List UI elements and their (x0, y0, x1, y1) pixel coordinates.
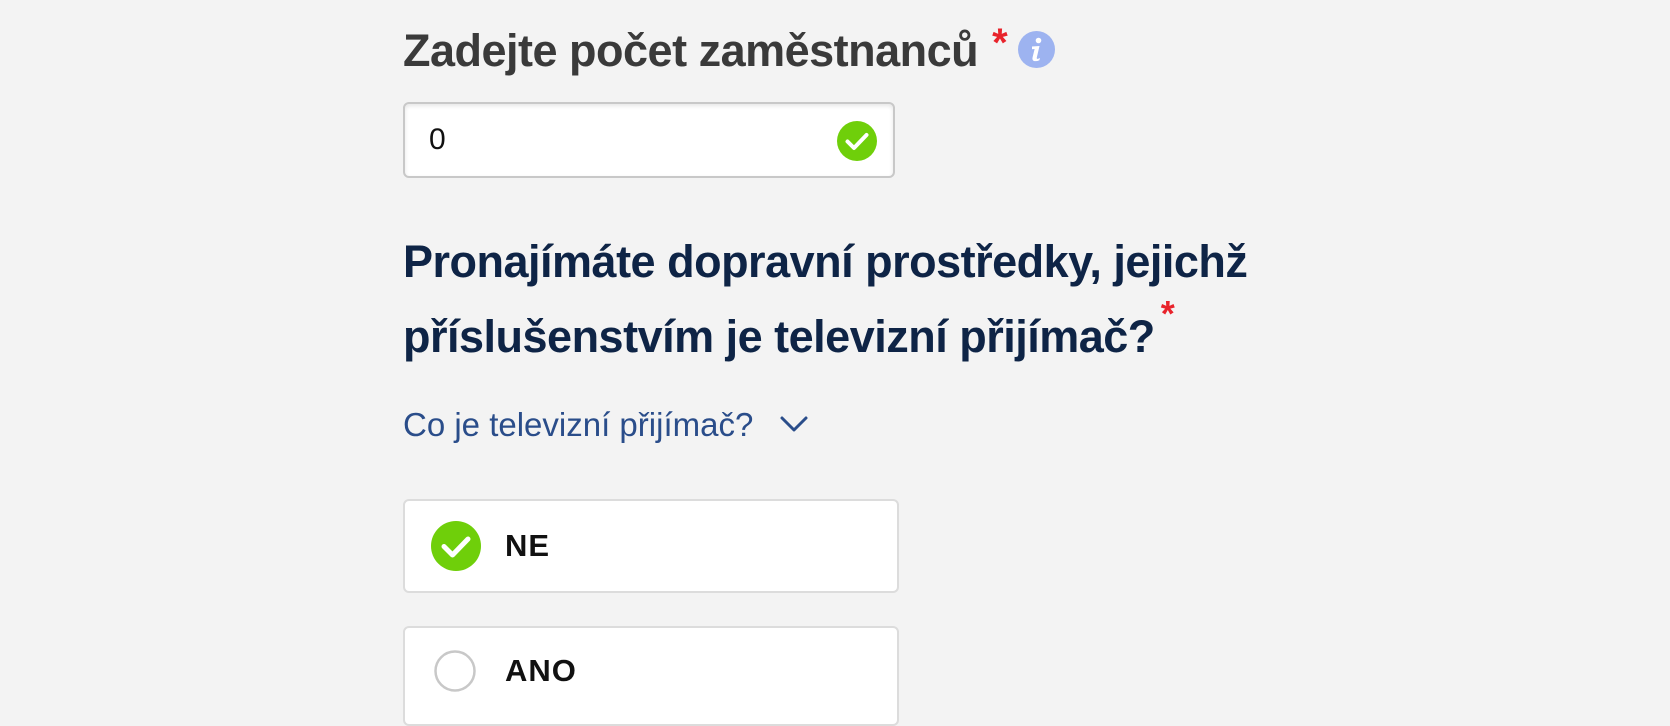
info-icon[interactable] (1017, 30, 1055, 68)
tv-question-text: Pronajímáte dopravní prostředky, jejichž… (403, 236, 1248, 362)
option-label: ANO (505, 653, 577, 688)
option-label: NE (505, 528, 551, 563)
employees-label: Zadejte počet zaměstnanců (403, 25, 979, 76)
tv-receiver-help-toggle[interactable]: Co je televizní přijímač? (403, 400, 809, 450)
option-ano[interactable]: ANO (403, 626, 899, 726)
check-circle-icon (837, 121, 877, 161)
tv-receiver-question: Pronajímáte dopravní prostředky, jejichž… (403, 224, 1303, 377)
employees-count-input[interactable]: 0 (403, 102, 895, 178)
check-circle-icon[interactable] (431, 521, 481, 571)
employees-label-row: Zadejte počet zaměstnanců * (403, 20, 1055, 80)
required-marker: * (1160, 293, 1175, 334)
chevron-down-icon[interactable] (779, 415, 809, 435)
employees-count-value[interactable]: 0 (429, 104, 446, 176)
option-ne[interactable]: NE (403, 499, 899, 593)
required-marker: * (992, 20, 1008, 65)
radio-unchecked-icon[interactable] (434, 650, 476, 692)
help-link-text[interactable]: Co je televizní přijímač? (403, 406, 753, 444)
